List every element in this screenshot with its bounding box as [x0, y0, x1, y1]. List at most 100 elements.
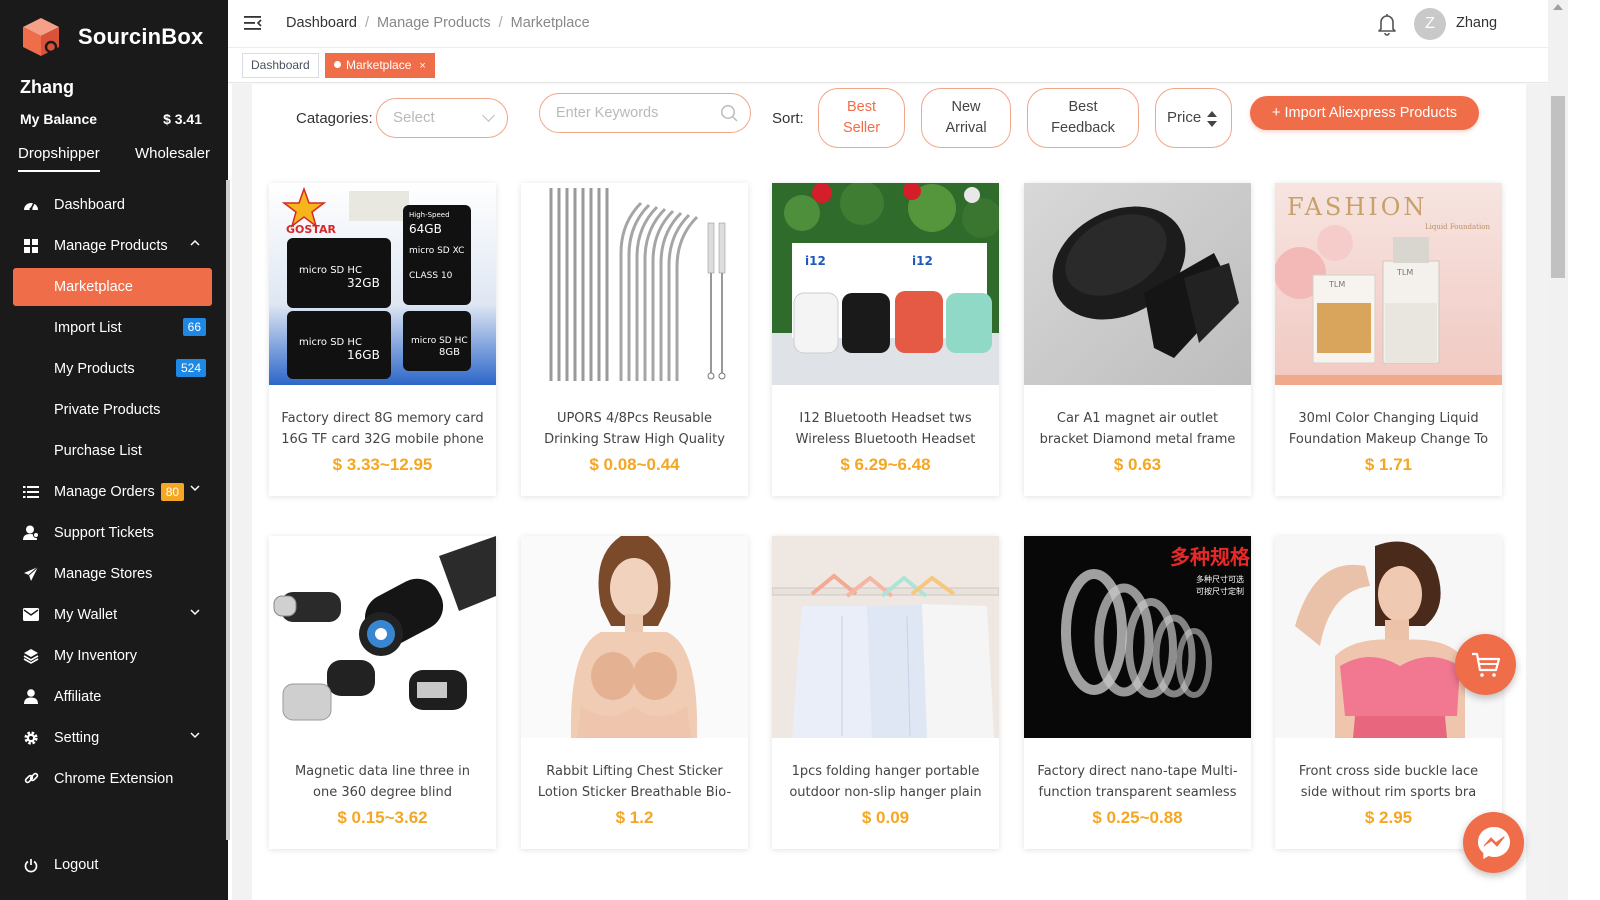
- categories-placeholder: Select: [393, 109, 435, 126]
- sidebar-item-label: Dashboard: [54, 196, 125, 213]
- sidebar-item-label: Affiliate: [54, 688, 102, 705]
- tag-dashboard[interactable]: Dashboard: [242, 53, 319, 78]
- count-badge: 66: [182, 318, 206, 336]
- user-icon: [22, 688, 40, 706]
- breadcrumb-item[interactable]: Dashboard: [286, 15, 357, 31]
- page-scrollbar[interactable]: [1548, 0, 1568, 900]
- header-user-name[interactable]: Zhang: [1456, 15, 1497, 31]
- link-icon: [22, 770, 40, 788]
- scroll-up-icon[interactable]: [1553, 4, 1563, 10]
- chevron-down-icon: [190, 732, 200, 739]
- sidebar-item-purchase-list[interactable]: Purchase List: [0, 430, 228, 471]
- tag-label: Dashboard: [251, 58, 310, 72]
- bell-icon[interactable]: [1376, 12, 1398, 36]
- product-card[interactable]: Magnetic data line three in one 360 degr…: [269, 536, 496, 849]
- svg-text:TLM: TLM: [1396, 268, 1413, 277]
- product-card[interactable]: i12 i12 I12 Bluetooth Headset tws Wirele…: [772, 183, 999, 496]
- product-card[interactable]: UPORS 4/8Pcs Reusable Drinking Straw Hig…: [521, 183, 748, 496]
- svg-text:Liquid Foundation: Liquid Foundation: [1425, 223, 1490, 231]
- categories-select[interactable]: Select: [376, 98, 508, 138]
- svg-text:CLASS 10: CLASS 10: [409, 271, 453, 281]
- sidebar-item-label: My Inventory: [54, 647, 137, 664]
- tab-dropshipper[interactable]: Dropshipper: [18, 145, 100, 172]
- product-price: $ 0.63: [1113, 455, 1162, 474]
- cart-button[interactable]: [1455, 634, 1516, 695]
- sidebar-item-my-wallet[interactable]: My Wallet: [0, 594, 228, 635]
- tab-wholesaler[interactable]: Wholesaler: [135, 145, 210, 172]
- product-card[interactable]: 1pcs folding hanger portable outdoor non…: [772, 536, 999, 849]
- product-title: Factory direct nano-tape Multi-function …: [1037, 764, 1238, 800]
- sidebar-item-label: Manage Products: [54, 237, 168, 254]
- image-brand-text: GOSTAR: [286, 223, 336, 236]
- product-price: $ 0.15~3.62: [337, 808, 428, 827]
- product-price: $ 1.71: [1364, 455, 1413, 474]
- product-price: $ 0.08~0.44: [589, 455, 680, 474]
- sidebar-item-manage-products[interactable]: Manage Products: [0, 225, 228, 266]
- logout-button[interactable]: Logout: [22, 856, 98, 874]
- svg-text:micro SD HC: micro SD HC: [299, 265, 362, 276]
- brand-logo[interactable]: SourcinBox: [20, 16, 203, 58]
- sidebar-item-label: Setting: [54, 729, 100, 746]
- product-card[interactable]: GOSTAR micro SD HC 32GB micro SD HC 16GB…: [269, 183, 496, 496]
- sidebar-item-import-list[interactable]: Import List 66: [0, 307, 228, 348]
- product-image: 多种规格 多种尺寸可选 可按尺寸定制: [1024, 536, 1251, 738]
- sidebar: SourcinBox Zhang My Balance $ 3.41 Drops…: [0, 0, 228, 900]
- sidebar-item-manage-orders[interactable]: Manage Orders 80: [0, 471, 228, 512]
- wallet-icon: [22, 606, 40, 624]
- tag-marketplace[interactable]: Marketplace ×: [325, 53, 435, 78]
- sidebar-item-label: Support Tickets: [54, 524, 154, 541]
- svg-text:micro SD HC: micro SD HC: [299, 337, 362, 348]
- sidebar-item-affiliate[interactable]: Affiliate: [0, 676, 228, 717]
- product-card[interactable]: FASHION Liquid Foundation TLM TLM 30ml C…: [1275, 183, 1502, 496]
- product-title: Magnetic data line three in one 360 degr…: [294, 764, 471, 800]
- power-icon: [22, 856, 40, 874]
- sidebar-item-marketplace[interactable]: Marketplace: [13, 268, 212, 306]
- sort-price-button[interactable]: Price: [1155, 88, 1232, 148]
- chevron-down-icon: [190, 485, 200, 492]
- active-dot-icon: [334, 61, 341, 69]
- messenger-icon: [1477, 826, 1510, 859]
- scrollbar-thumb[interactable]: [1551, 96, 1565, 278]
- product-title: I12 Bluetooth Headset tws Wireless Bluet…: [795, 411, 976, 447]
- sidebar-item-my-products[interactable]: My Products 524: [0, 348, 228, 389]
- sidebar-item-label: My Wallet: [54, 606, 118, 623]
- svg-text:micro SD HC: micro SD HC: [411, 336, 468, 346]
- product-image: [269, 536, 496, 738]
- sidebar-item-support-tickets[interactable]: Support Tickets: [0, 512, 228, 553]
- product-card[interactable]: 多种规格 多种尺寸可选 可按尺寸定制 Factory direct nano-t…: [1024, 536, 1251, 849]
- sort-new-arrival-button[interactable]: New Arrival: [921, 88, 1011, 148]
- breadcrumb-item[interactable]: Manage Products: [377, 15, 491, 31]
- sidebar-scrollbar[interactable]: [226, 180, 230, 840]
- import-aliexpress-button[interactable]: + Import Aliexpress Products: [1250, 96, 1479, 130]
- keyword-placeholder: Enter Keywords: [556, 105, 659, 121]
- grid-icon: [22, 237, 40, 255]
- product-title: Car A1 magnet air outlet bracket Diamond…: [1039, 411, 1236, 447]
- avatar[interactable]: Z: [1414, 8, 1446, 40]
- list-icon: [22, 483, 40, 501]
- svg-text:16GB: 16GB: [347, 348, 380, 362]
- svg-text:多种规格: 多种规格: [1170, 545, 1251, 569]
- product-title: Factory direct 8G memory card 16G TF car…: [281, 411, 484, 447]
- count-badge: 80: [160, 482, 185, 501]
- sidebar-item-my-inventory[interactable]: My Inventory: [0, 635, 228, 676]
- close-icon[interactable]: ×: [419, 60, 425, 72]
- sidebar-item-dashboard[interactable]: Dashboard: [0, 184, 228, 225]
- sort-best-seller-button[interactable]: Best Seller: [818, 88, 905, 148]
- chevron-down-icon: [482, 109, 495, 122]
- product-card[interactable]: Rabbit Lifting Chest Sticker Lotion Stic…: [521, 536, 748, 849]
- keyword-search-input[interactable]: Enter Keywords: [539, 93, 751, 133]
- hamburger-icon[interactable]: [244, 15, 262, 31]
- sidebar-item-setting[interactable]: Setting: [0, 717, 228, 758]
- sidebar-item-private-products[interactable]: Private Products: [0, 389, 228, 430]
- messenger-chat-button[interactable]: [1463, 812, 1524, 873]
- sidebar-user-name: Zhang: [20, 77, 74, 97]
- sidebar-item-chrome-extension[interactable]: Chrome Extension: [0, 758, 228, 799]
- product-image: i12 i12: [772, 183, 999, 385]
- product-card[interactable]: Car A1 magnet air outlet bracket Diamond…: [1024, 183, 1251, 496]
- search-icon[interactable]: [720, 104, 738, 122]
- sidebar-item-manage-stores[interactable]: Manage Stores: [0, 553, 228, 594]
- sidebar-item-label: Manage Orders: [54, 483, 155, 500]
- sort-best-feedback-button[interactable]: Best Feedback: [1027, 88, 1139, 148]
- product-card[interactable]: Front cross side buckle lace side withou…: [1275, 536, 1502, 849]
- sort-label: Sort:: [772, 110, 804, 127]
